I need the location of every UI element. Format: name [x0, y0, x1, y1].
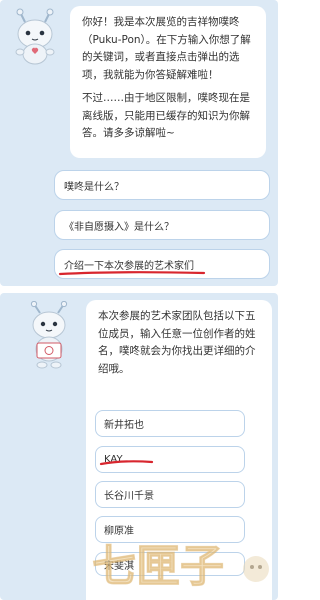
greeting-paragraph-2: 不过……由于地区限制，噗咚现在是离线版，只能用已缓存的知识为你解答。请多多谅解啦… [82, 92, 250, 139]
mascot-holding-sign-icon [30, 301, 68, 369]
red-underline-mark [99, 460, 154, 466]
artist-name: 宋斐淇 [104, 560, 134, 572]
mascot-greeting-bubble: 你好！我是本次展览的吉祥物噗咚（Puku-Pon）。在下方输入你想了解的关键词，… [70, 6, 266, 158]
artist-name: 新井拓也 [104, 420, 144, 431]
greeting-paragraph-1: 你好！我是本次展览的吉祥物噗咚（Puku-Pon）。在下方输入你想了解的关键词，… [82, 16, 251, 81]
artist-option-hasegawa-chikage[interactable]: 长谷川千景 [95, 481, 245, 508]
red-underline-mark [58, 271, 206, 276]
artist-option-arai-takuya[interactable]: 新井拓也 [95, 410, 245, 437]
artist-option-yanagihara-jun[interactable]: 柳原准 [95, 516, 245, 543]
chat-panel-top: 你好！我是本次展览的吉祥物噗咚（Puku-Pon）。在下方输入你想了解的关键词，… [0, 0, 278, 286]
artist-intro-text: 本次参展的艺术家团队包括以下五位成员，输入任意一位创作者的姓名，噗咚就会为你找出… [98, 310, 256, 375]
artist-option-song-feiqi[interactable]: 宋斐淇 [95, 552, 245, 576]
mascot-avatar-icon [15, 8, 55, 65]
option-label: 《非自愿摄入》是什么？ [64, 221, 174, 233]
option-what-is-involuntary-intake[interactable]: 《非自愿摄入》是什么？ [54, 210, 270, 240]
option-what-is-pukupon[interactable]: 噗咚是什么？ [54, 170, 270, 200]
option-label: 噗咚是什么？ [64, 181, 124, 193]
artist-name: 长谷川千景 [104, 491, 154, 502]
artist-name: 柳原准 [104, 526, 134, 537]
section-divider [0, 286, 278, 293]
